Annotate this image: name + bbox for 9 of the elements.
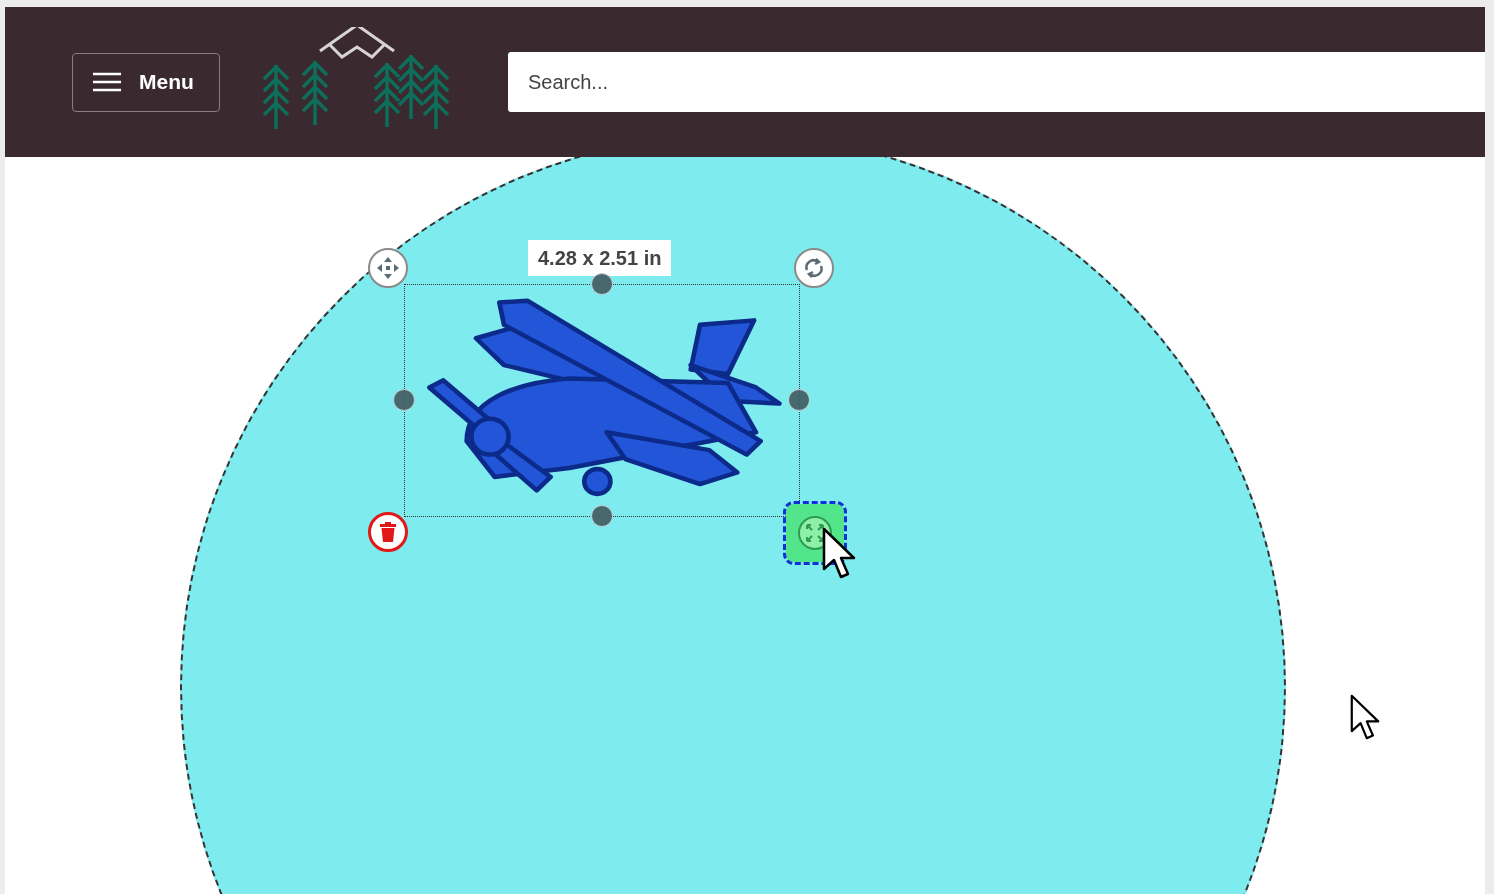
dimensions-label: 4.28 x 2.51 in <box>528 240 672 276</box>
menu-icon <box>93 72 121 92</box>
rotate-icon <box>802 256 826 280</box>
cursor-icon <box>1350 694 1380 740</box>
move-icon <box>376 256 400 280</box>
search-field[interactable]: Search... <box>508 52 1485 112</box>
trash-icon <box>380 522 396 542</box>
menu-button[interactable]: Menu <box>72 52 220 112</box>
cursor-icon <box>822 527 856 579</box>
